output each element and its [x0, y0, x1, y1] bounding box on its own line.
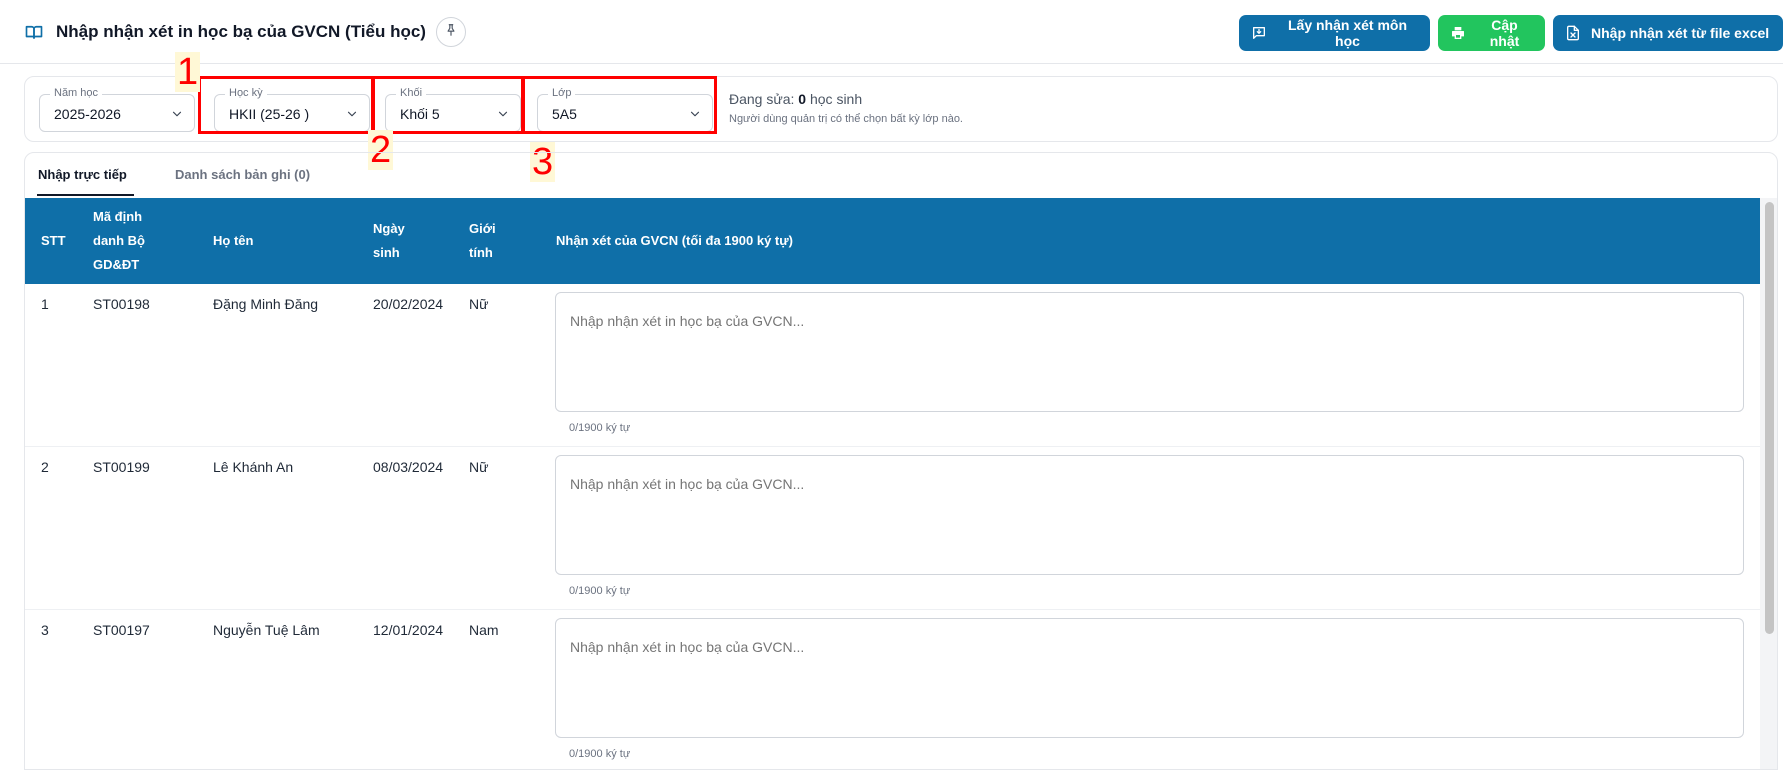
cell-gender: Nữ [469, 296, 489, 312]
header-actions: Lấy nhận xét môn học Cập nhật Nhập nhận … [1239, 15, 1783, 51]
header-stt: STT [41, 233, 66, 248]
header-id-line2: danh Bộ [93, 233, 145, 248]
editing-count: 0 [798, 91, 807, 107]
active-tab-underline [37, 194, 134, 196]
scrollbar-thumb[interactable] [1765, 202, 1774, 634]
chevron-down-icon [347, 111, 357, 117]
semester-value: HKII (25-26 ) [229, 106, 310, 122]
cell-gender: Nam [469, 622, 499, 638]
tab-record-list[interactable]: Danh sách bản ghi (0) [175, 167, 310, 182]
comment-input[interactable] [555, 618, 1744, 738]
page-title: Nhập nhận xét in học bạ của GVCN (Tiểu h… [56, 22, 426, 41]
header-dob: Ngày sinh [373, 217, 405, 265]
content-panel: Nhập trực tiếp Danh sách bản ghi (0) STT… [24, 152, 1778, 770]
char-counter: 0/1900 ký tự [569, 748, 631, 760]
grade-value: Khối 5 [400, 106, 440, 122]
header-dob-line1: Ngày [373, 221, 405, 236]
message-import-icon [1251, 25, 1267, 41]
table-row: 1 ST00198 Đặng Minh Đăng 20/02/2024 Nữ 0… [25, 284, 1760, 447]
annotation-number-1: 1 [175, 51, 201, 93]
cell-id: ST00199 [93, 459, 150, 475]
table-row: 2 ST00199 Lê Khánh An 08/03/2024 Nữ 0/19… [25, 447, 1760, 610]
char-counter: 0/1900 ký tự [569, 585, 631, 597]
grade-label: Khối [396, 87, 427, 99]
chevron-down-icon [172, 111, 182, 117]
book-open-icon [24, 22, 44, 42]
pin-icon [444, 23, 458, 42]
school-year-value: 2025-2026 [54, 106, 121, 122]
cell-stt: 1 [41, 296, 49, 312]
cell-name: Lê Khánh An [213, 459, 294, 475]
tab-direct-input[interactable]: Nhập trực tiếp [38, 167, 127, 182]
editing-status: Đang sửa: 0 học sinh [729, 91, 963, 107]
admin-note: Người dùng quản trị có thể chọn bất kỳ l… [729, 113, 963, 125]
get-subject-comments-button[interactable]: Lấy nhận xét môn học [1239, 15, 1430, 51]
cell-dob: 12/01/2024 [373, 622, 444, 638]
semester-label: Học kỳ [225, 87, 267, 99]
cell-dob: 08/03/2024 [373, 459, 444, 475]
header-dob-line2: sinh [373, 245, 400, 260]
get-subject-comments-label: Lấy nhận xét môn học [1287, 17, 1408, 49]
header-comment: Nhận xét của GVCN (tối đa 1900 ký tự) [556, 233, 793, 248]
cell-id: ST00198 [93, 296, 150, 312]
chevron-down-icon [690, 111, 700, 117]
vertical-scrollbar[interactable] [1760, 198, 1777, 769]
header-gender: Giới tính [469, 217, 496, 265]
pin-button[interactable] [435, 17, 466, 47]
class-label: Lớp [548, 87, 576, 99]
school-year-label: Năm học [50, 87, 103, 99]
header-id-line1: Mã định [93, 209, 143, 224]
import-excel-button[interactable]: Nhập nhận xét từ file excel [1553, 15, 1783, 51]
update-button[interactable]: Cập nhật [1438, 15, 1545, 51]
grade-select[interactable]: Khối Khối 5 [385, 87, 521, 132]
header-gender-line2: tính [469, 245, 493, 260]
chevron-down-icon [498, 111, 508, 117]
cell-id: ST00197 [93, 622, 150, 638]
excel-file-icon [1565, 25, 1581, 41]
update-label: Cập nhật [1489, 17, 1520, 49]
editing-prefix: Đang sửa: [729, 91, 795, 107]
editing-info: Đang sửa: 0 học sinh Người dùng quản trị… [729, 91, 963, 125]
printer-icon [1450, 25, 1466, 41]
table-header: STT Mã định danh Bộ GD&ĐT Họ tên Ngày si… [25, 198, 1760, 284]
cell-dob: 20/02/2024 [373, 296, 444, 312]
class-value: 5A5 [552, 106, 577, 122]
semester-select[interactable]: Học kỳ HKII (25-26 ) [214, 87, 370, 132]
title-wrap: Nhập nhận xét in học bạ của GVCN (Tiểu h… [24, 17, 466, 47]
import-excel-label: Nhập nhận xét từ file excel [1591, 25, 1770, 41]
class-select[interactable]: Lớp 5A5 [537, 87, 713, 132]
tabs: Nhập trực tiếp Danh sách bản ghi (0) [25, 153, 1777, 197]
cell-name: Nguyễn Tuệ Lâm [213, 622, 320, 638]
cell-gender: Nữ [469, 459, 489, 475]
comment-input[interactable] [555, 292, 1744, 412]
cell-stt: 2 [41, 459, 49, 475]
cell-stt: 3 [41, 622, 49, 638]
table-row: 3 ST00197 Nguyễn Tuệ Lâm 12/01/2024 Nam … [25, 610, 1760, 769]
header-id: Mã định danh Bộ GD&ĐT [93, 205, 145, 277]
comment-input[interactable] [555, 455, 1744, 575]
school-year-select[interactable]: Năm học 2025-2026 [39, 87, 195, 132]
char-counter: 0/1900 ký tự [569, 422, 631, 434]
filter-panel: Năm học 2025-2026 Học kỳ HKII (25-26 ) K… [24, 76, 1778, 142]
page-header: Nhập nhận xét in học bạ của GVCN (Tiểu h… [0, 0, 1783, 64]
editing-suffix: học sinh [809, 91, 863, 107]
header-id-line3: GD&ĐT [93, 257, 140, 272]
header-name: Họ tên [213, 233, 254, 248]
header-gender-line1: Giới [469, 221, 496, 236]
cell-name: Đặng Minh Đăng [213, 296, 319, 312]
